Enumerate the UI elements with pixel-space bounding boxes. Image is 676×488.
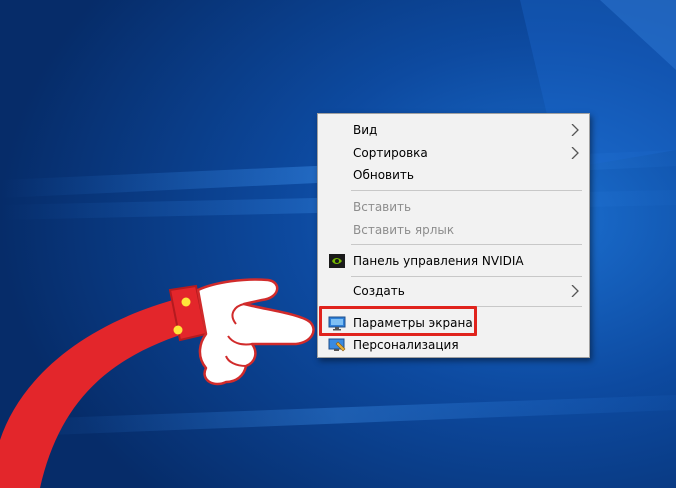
menu-item-view[interactable]: Вид [318, 119, 589, 141]
submenu-arrow-icon [571, 285, 579, 297]
nvidia-icon [329, 254, 345, 268]
menu-item-label: Обновить [353, 168, 414, 182]
menu-item-paste-shortcut: Вставить ярлык [318, 219, 589, 241]
menu-separator [351, 276, 582, 277]
submenu-arrow-icon [571, 124, 579, 136]
menu-separator [351, 244, 582, 245]
menu-item-new[interactable]: Создать [318, 280, 589, 302]
menu-item-paste: Вставить [318, 196, 589, 218]
menu-item-label: Персонализация [353, 338, 459, 352]
pointing-hand-icon [0, 278, 315, 488]
menu-item-label: Вид [353, 123, 378, 137]
highlight-frame [319, 306, 477, 336]
menu-item-label: Панель управления NVIDIA [353, 254, 524, 268]
menu-item-refresh[interactable]: Обновить [318, 164, 589, 186]
menu-item-label: Сортировка [353, 146, 428, 160]
menu-item-sort[interactable]: Сортировка [318, 142, 589, 164]
menu-item-label: Создать [353, 284, 405, 298]
menu-item-label: Вставить [353, 200, 412, 214]
menu-item-nvidia-control-panel[interactable]: Панель управления NVIDIA [318, 250, 589, 272]
menu-separator [351, 190, 582, 191]
personalization-icon [328, 338, 346, 352]
menu-item-label: Вставить ярлык [353, 223, 455, 237]
submenu-arrow-icon [571, 147, 579, 159]
menu-item-personalization[interactable]: Персонализация [318, 334, 589, 356]
